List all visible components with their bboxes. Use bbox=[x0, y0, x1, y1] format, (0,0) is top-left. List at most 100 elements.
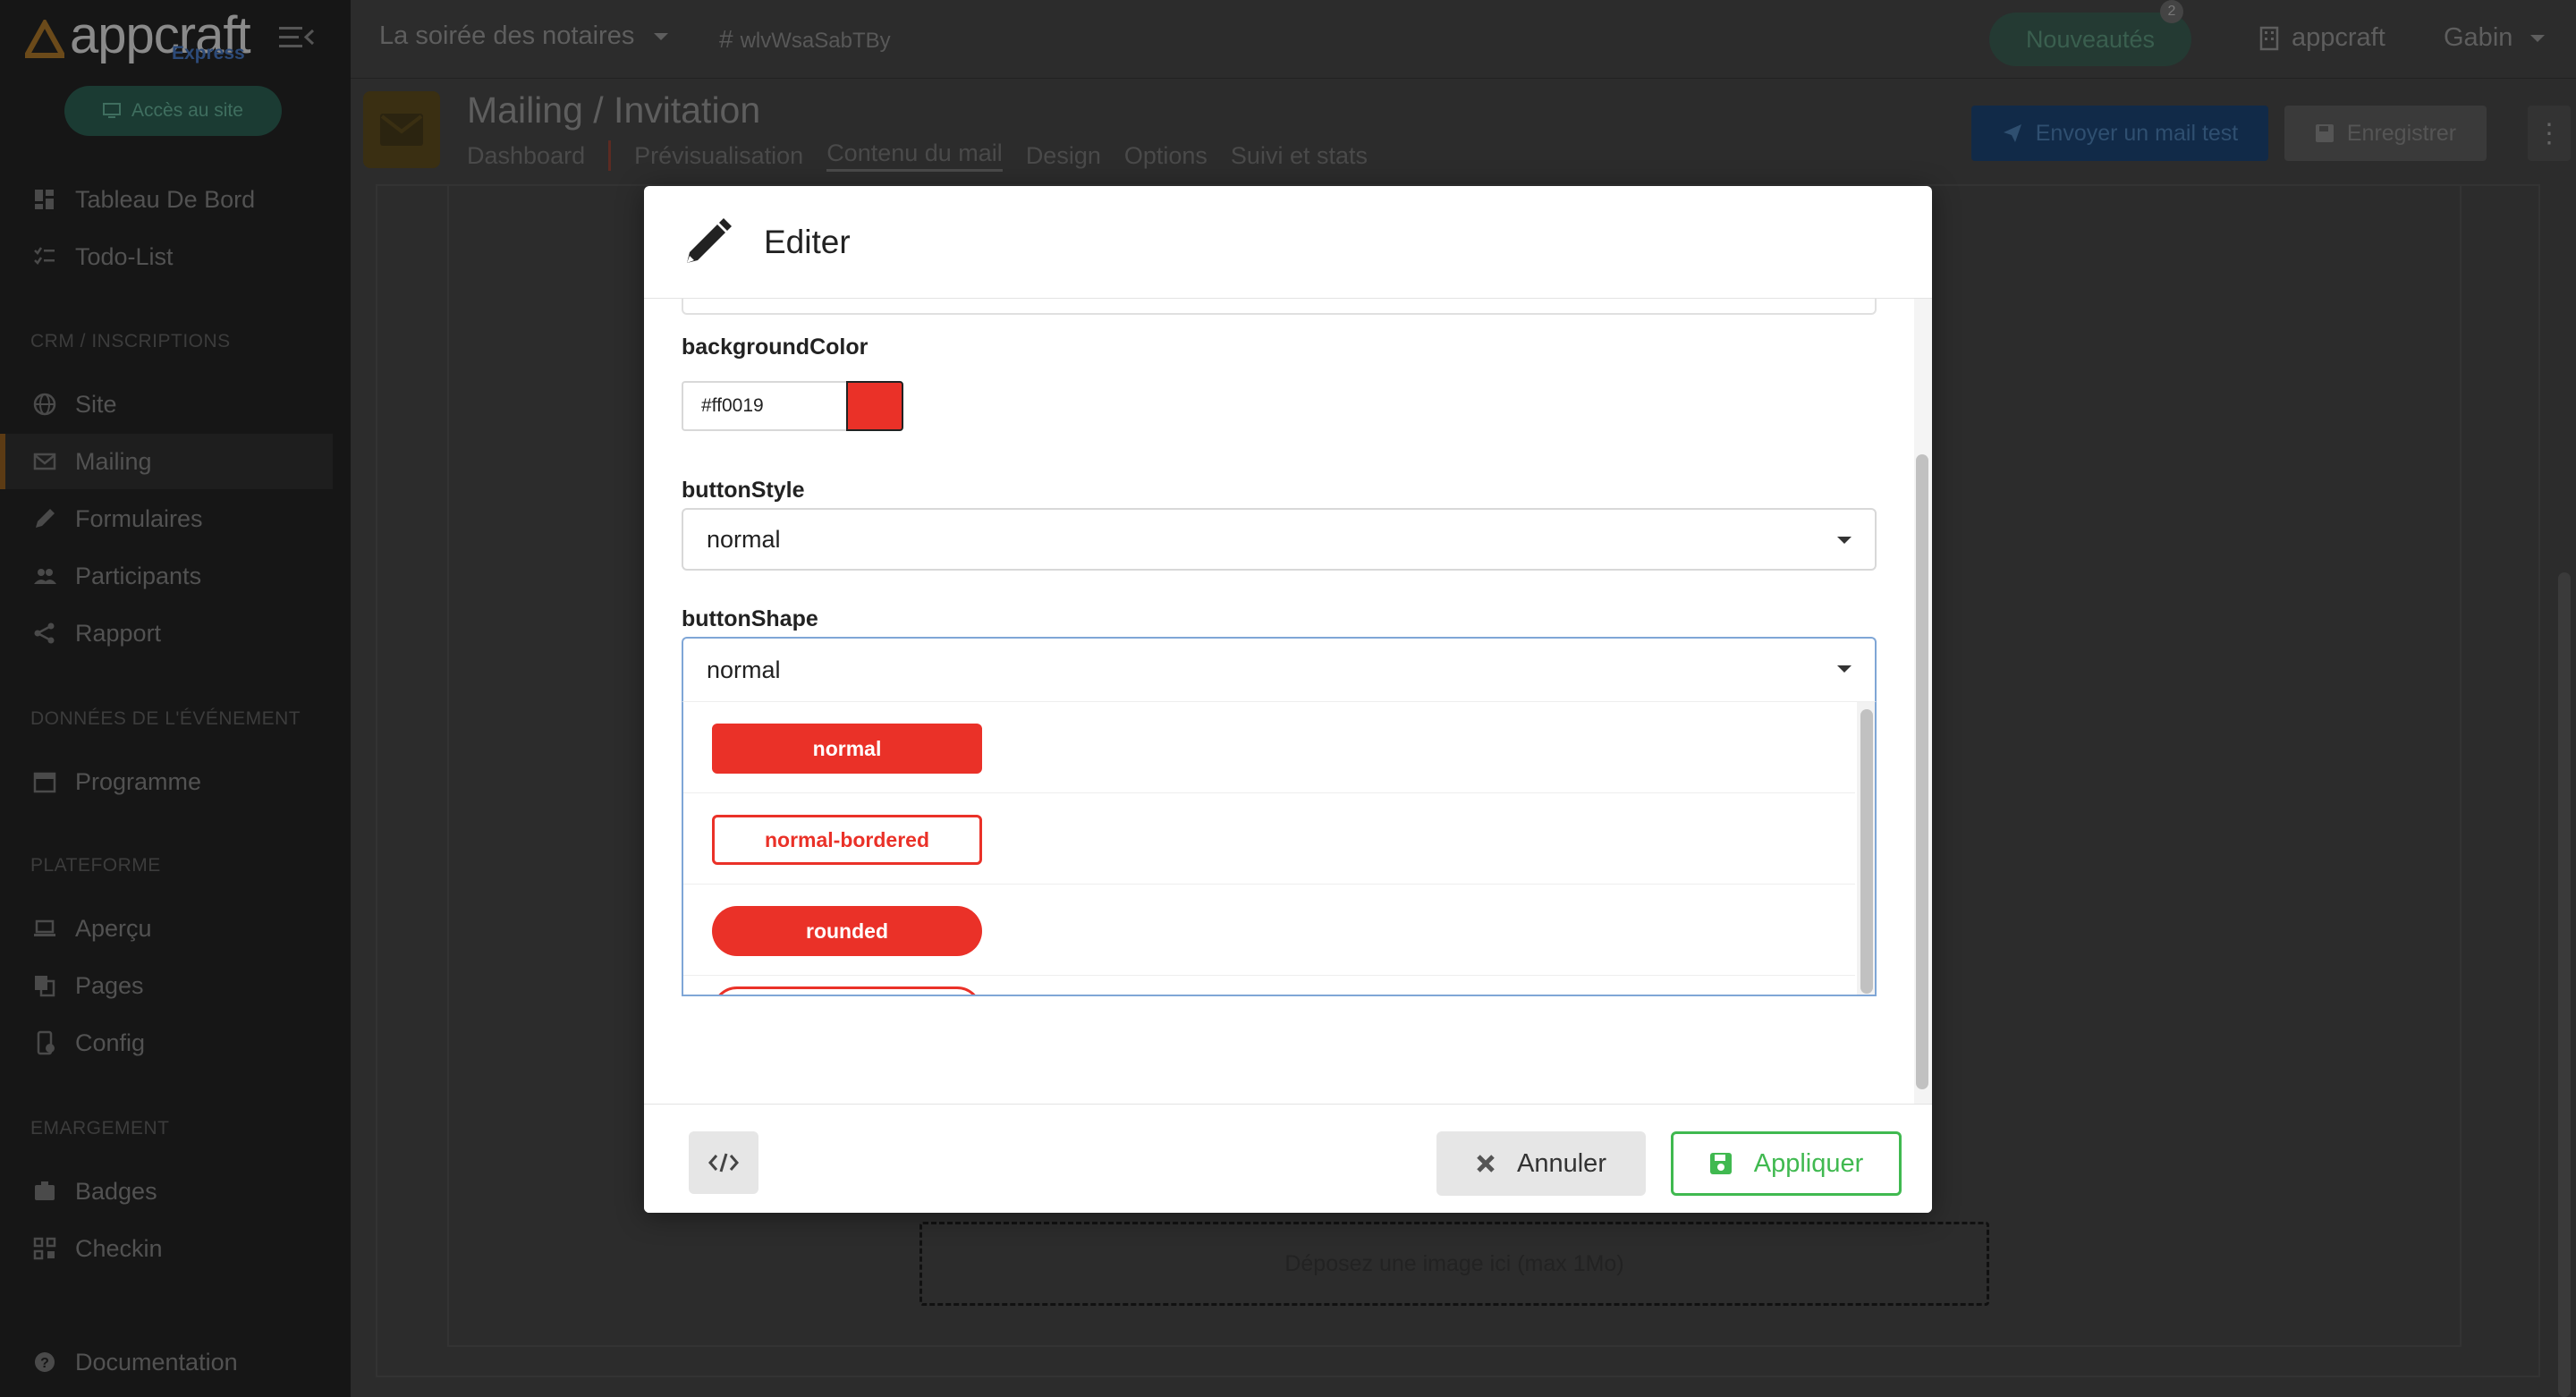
organization-name: appcraft bbox=[2292, 23, 2385, 52]
page-tabs: Dashboard Prévisualisation Contenu du ma… bbox=[467, 140, 1368, 172]
sidebar-item-dashboard[interactable]: Tableau De Bord bbox=[0, 172, 333, 227]
apply-button[interactable]: Appliquer bbox=[1671, 1131, 1902, 1196]
sidebar-item-participants[interactable]: Participants bbox=[0, 548, 333, 604]
sidebar-group-emargement: EMARGEMENT bbox=[30, 1118, 170, 1139]
modal-title: Editer bbox=[764, 223, 851, 260]
logo-subtitle: Express bbox=[172, 43, 245, 64]
shape-preview-normal-bordered: normal-bordered bbox=[712, 815, 982, 865]
tab-design[interactable]: Design bbox=[1026, 142, 1101, 170]
sidebar-item-site[interactable]: Site bbox=[0, 377, 333, 432]
sidebar-item-label: Site bbox=[75, 390, 117, 418]
sidebar-group-crm: CRM / INSCRIPTIONS bbox=[30, 331, 231, 351]
tab-options[interactable]: Options bbox=[1124, 142, 1208, 170]
phone-config-icon bbox=[32, 1030, 57, 1055]
badge-icon bbox=[32, 1179, 57, 1204]
shape-preview-normal: normal bbox=[712, 724, 982, 774]
button-shape-select[interactable]: normal bbox=[682, 637, 1877, 701]
news-label: Nouveautés bbox=[2025, 25, 2156, 53]
option-normal-bordered[interactable]: normal-bordered bbox=[683, 793, 1855, 885]
sidebar-group-platform: PLATEFORME bbox=[30, 855, 161, 876]
sidebar-item-programme[interactable]: Programme bbox=[0, 754, 333, 809]
tab-contenu-du-mail[interactable]: Contenu du mail bbox=[826, 140, 1003, 172]
sidebar-item-rapport[interactable]: Rapport bbox=[0, 605, 333, 661]
page-header: Mailing / Invitation Dashboard Prévisual… bbox=[351, 79, 2576, 184]
sidebar-item-label: Documentation bbox=[75, 1348, 238, 1376]
site-access-label: Accès au site bbox=[131, 100, 243, 121]
option-normal[interactable]: normal bbox=[683, 702, 1855, 793]
menu-collapse-icon[interactable] bbox=[279, 25, 315, 50]
caret-down-icon bbox=[1837, 665, 1852, 673]
button-shape-label: buttonShape bbox=[682, 606, 818, 631]
sidebar-item-label: Rapport bbox=[75, 619, 162, 647]
globe-icon bbox=[32, 392, 57, 417]
code-view-button[interactable] bbox=[689, 1131, 758, 1194]
button-style-select[interactable]: normal bbox=[682, 508, 1877, 571]
floppy-icon bbox=[2315, 124, 2334, 142]
cancel-button[interactable]: Annuler bbox=[1436, 1131, 1646, 1196]
sidebar-item-badges[interactable]: Badges bbox=[0, 1164, 333, 1219]
help-icon: ? bbox=[32, 1350, 57, 1375]
page-scrollbar[interactable] bbox=[2558, 572, 2571, 1397]
building-icon bbox=[2259, 26, 2279, 50]
share-icon bbox=[32, 621, 57, 646]
svg-text:?: ? bbox=[40, 1356, 49, 1371]
code-icon bbox=[708, 1153, 739, 1173]
save-button[interactable]: Enregistrer bbox=[2284, 106, 2487, 161]
options-scrollbar[interactable] bbox=[1860, 709, 1873, 994]
chevron-down-icon bbox=[2530, 34, 2546, 42]
site-access-button[interactable]: Accès au site bbox=[64, 86, 282, 136]
option-rounded[interactable]: rounded bbox=[683, 885, 1855, 976]
edit-modal: Editer backgroundColor #ff0019 buttonSty… bbox=[644, 186, 1932, 1213]
tab-dashboard[interactable]: Dashboard bbox=[467, 142, 585, 170]
image-drop-zone[interactable]: Déposez une image ici (max 1Mo) bbox=[919, 1222, 1989, 1306]
sidebar-item-label: Programme bbox=[75, 767, 202, 795]
previous-field[interactable] bbox=[682, 299, 1877, 315]
organization-selector[interactable]: appcraft bbox=[2259, 23, 2385, 53]
background-color-input[interactable]: #ff0019 bbox=[682, 381, 848, 431]
tab-previsualisation[interactable]: Prévisualisation bbox=[634, 142, 803, 170]
tab-divider bbox=[608, 140, 612, 171]
user-menu[interactable]: Gabin bbox=[2444, 23, 2546, 53]
sidebar-item-label: Todo-List bbox=[75, 242, 174, 270]
sidebar-item-formulaires[interactable]: Formulaires bbox=[0, 491, 333, 546]
sidebar-item-todo[interactable]: Todo-List bbox=[0, 229, 333, 284]
logo-icon bbox=[25, 20, 64, 58]
sidebar-item-label: Badges bbox=[75, 1177, 157, 1205]
chevron-down-icon bbox=[654, 32, 669, 40]
more-options-button[interactable]: ⋮ bbox=[2528, 106, 2571, 161]
pencil-icon bbox=[687, 217, 732, 263]
news-count-badge: 2 bbox=[2160, 0, 2183, 23]
sidebar-item-pages[interactable]: Pages bbox=[0, 958, 333, 1013]
send-test-mail-button[interactable]: Envoyer un mail test bbox=[1971, 106, 2268, 161]
event-selector[interactable]: La soirée des notaires bbox=[379, 21, 669, 51]
sidebar-item-apercu[interactable]: Aperçu bbox=[0, 901, 333, 956]
background-color-swatch[interactable] bbox=[846, 381, 903, 431]
modal-body: backgroundColor #ff0019 buttonStyle norm… bbox=[644, 299, 1914, 1104]
shape-preview-rounded-bordered: rounded-bordered bbox=[712, 986, 982, 995]
page-title: Mailing / Invitation bbox=[467, 89, 761, 131]
floppy-icon bbox=[1709, 1153, 1732, 1174]
sidebar-item-label: Tableau De Bord bbox=[75, 185, 256, 213]
laptop-icon bbox=[32, 916, 57, 941]
cancel-label: Annuler bbox=[1517, 1148, 1606, 1178]
envelope-icon bbox=[380, 114, 423, 146]
news-button[interactable]: Nouveautés bbox=[1989, 13, 2191, 66]
user-name: Gabin bbox=[2444, 23, 2513, 52]
button-style-label: buttonStyle bbox=[682, 478, 805, 503]
paper-plane-icon bbox=[2003, 124, 2021, 142]
dashboard-icon bbox=[32, 187, 57, 212]
option-rounded-bordered[interactable]: rounded-bordered bbox=[683, 976, 1855, 995]
mail-tile bbox=[363, 91, 440, 168]
sidebar-item-config[interactable]: Config bbox=[0, 1015, 333, 1071]
tab-suivi-et-stats[interactable]: Suivi et stats bbox=[1231, 142, 1368, 170]
modal-scrollbar[interactable] bbox=[1916, 454, 1928, 1089]
send-test-label: Envoyer un mail test bbox=[2035, 120, 2239, 146]
sidebar: appcraft Express Accès au site Tableau D… bbox=[0, 0, 351, 1397]
sidebar-item-label: Checkin bbox=[75, 1234, 163, 1262]
sidebar-item-checkin[interactable]: Checkin bbox=[0, 1221, 333, 1276]
sidebar-item-mailing[interactable]: Mailing bbox=[0, 434, 333, 489]
event-id[interactable]: # wlvWsaSabTBy bbox=[719, 25, 891, 54]
sidebar-item-documentation[interactable]: ? Documentation bbox=[0, 1334, 333, 1390]
close-icon bbox=[1477, 1155, 1495, 1173]
button-shape-value: normal bbox=[707, 656, 781, 683]
